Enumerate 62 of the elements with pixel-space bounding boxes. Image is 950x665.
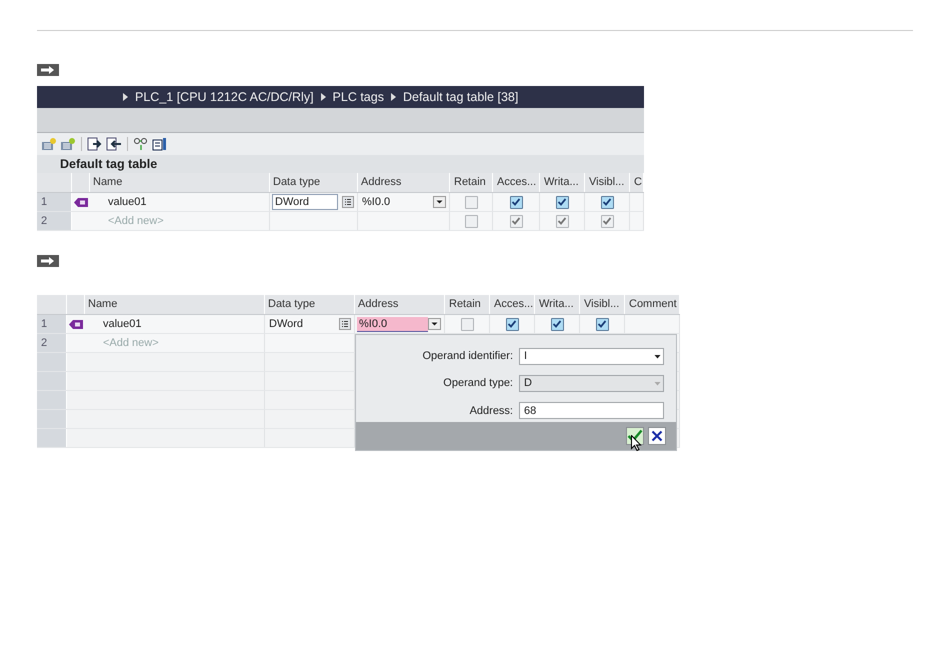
close-button[interactable] [648,427,666,445]
column-header[interactable]: Address [358,173,450,192]
breadcrumb-item[interactable]: Default tag table [38] [402,90,518,104]
name-cell: value01 [85,315,265,333]
insert-row-icon[interactable] [60,137,76,151]
list-icon[interactable] [339,318,351,330]
checkbox[interactable] [556,196,568,208]
column-header[interactable]: Address [355,295,445,314]
export-icon[interactable] [87,137,103,151]
row-number: 1 [37,193,72,211]
address-field[interactable]: %I0.0 [357,316,428,332]
field-label: Operand type: [442,377,513,390]
checkbox[interactable] [506,318,518,330]
row-header [37,410,67,428]
column-header[interactable]: Retain [450,173,493,192]
checkbox[interactable] [510,196,522,208]
table-title: Default tag table [37,155,644,173]
row-header [37,391,67,409]
data-type-field[interactable]: DWord [267,317,339,331]
column-header[interactable]: Data type [270,173,358,192]
dropdown-field[interactable]: I [519,348,664,365]
row-number: 1 [37,315,67,333]
field-label: Operand identifier: [422,350,513,362]
checkbox[interactable] [550,318,564,330]
address-field[interactable]: %I0.0 [360,195,433,209]
checkbox[interactable] [600,196,614,208]
name-cell: <Add new> [85,334,265,352]
arrow-icon [320,93,326,101]
checkbox[interactable] [596,318,608,330]
mouse-pointer-icon [631,435,642,451]
arrow-icon [123,93,128,101]
column-header[interactable]: Name [85,295,265,314]
column-header[interactable]: Writa... [540,173,585,192]
column-header[interactable]: Visibl... [585,173,630,192]
input-field[interactable]: 68 [519,402,664,420]
column-header[interactable]: Retain [445,295,490,314]
column-header[interactable]: Data type [265,295,355,314]
name-cell: <Add new> [90,212,270,230]
column-header[interactable]: Writa... [535,295,580,314]
column-header[interactable]: Acces... [490,295,535,314]
tag-icon [74,198,88,206]
import-icon[interactable] [106,137,122,151]
row-header [37,372,67,390]
row-header [37,429,67,447]
name-cell: value01 [90,193,270,211]
column-header[interactable]: Name [90,173,270,192]
row-number: 2 [37,212,72,230]
glasses-icon[interactable] [133,137,149,151]
breadcrumb-item[interactable]: PLC tags [332,90,384,104]
field-label: Address: [468,404,513,417]
tag-icon [69,320,83,328]
list-icon[interactable] [342,196,354,208]
column-header[interactable]: Visibl... [580,295,625,314]
data-type-field[interactable]: DWord [272,194,338,210]
table-settings-icon[interactable] [152,137,168,151]
column-header[interactable]: C [630,173,644,192]
arrow-icon [390,93,396,101]
row-number: 2 [37,334,67,352]
column-header[interactable]: Comment [625,295,680,314]
column-header[interactable]: Acces... [493,173,540,192]
breadcrumb-item[interactable]: PLC_1 [CPU 1212C AC/DC/Rly] [135,90,314,104]
add-row-icon[interactable] [41,137,57,151]
